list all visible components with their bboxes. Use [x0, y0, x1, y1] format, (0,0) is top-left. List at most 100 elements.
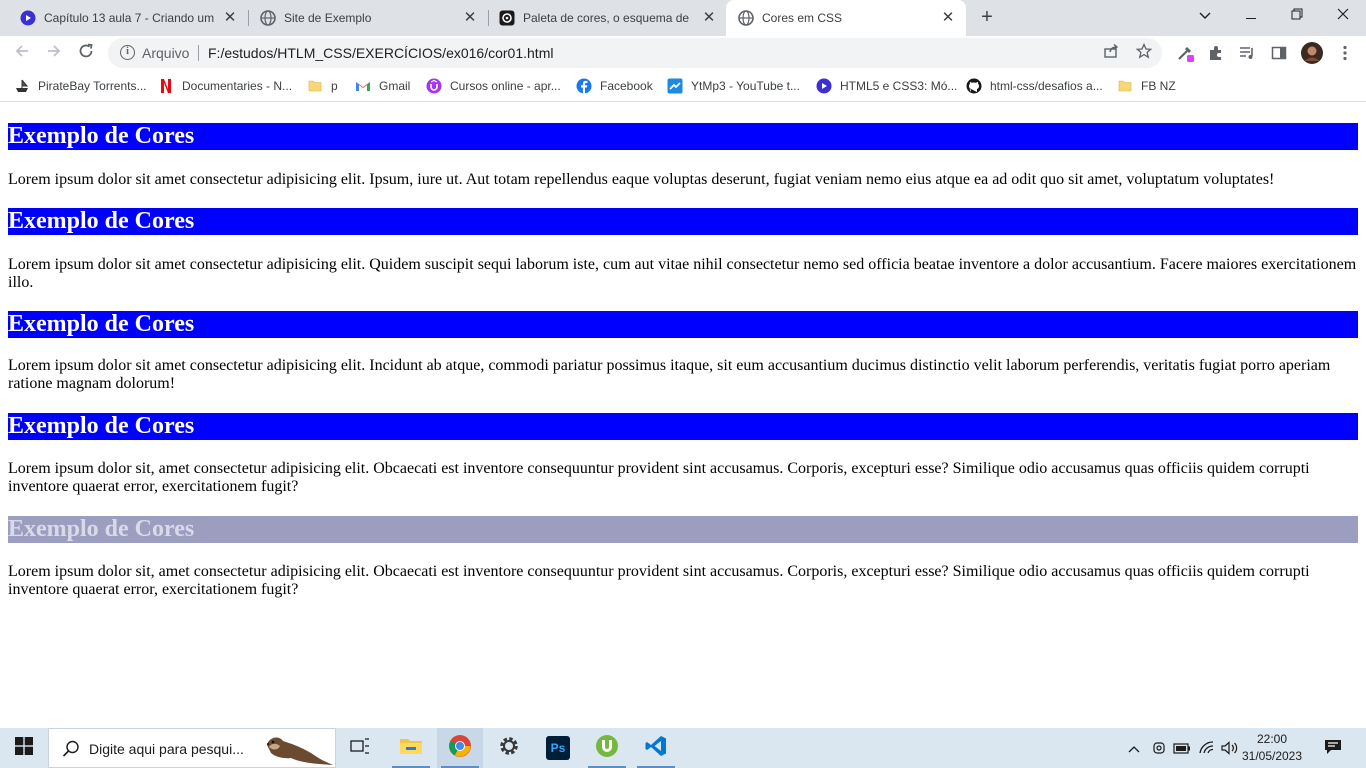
taskbar-utorrent[interactable] — [584, 728, 630, 768]
star-icon[interactable] — [1134, 42, 1154, 63]
windows-logo-icon — [15, 736, 33, 760]
section-paragraph: Lorem ipsum dolor sit amet consectetur a… — [8, 256, 1357, 291]
bookmark-label: HTML5 e CSS3: Mó... — [840, 79, 958, 93]
bookmark-cursos-online[interactable]: Cursos online - apr... — [426, 76, 561, 96]
udemy-icon — [426, 78, 442, 94]
globe-icon — [738, 10, 754, 26]
start-button[interactable] — [0, 728, 48, 768]
bookmark-facebook[interactable]: Facebook — [576, 76, 653, 96]
otter-search-highlight-icon — [263, 731, 335, 768]
taskbar-chrome[interactable] — [437, 728, 483, 768]
side-panel-icon[interactable] — [1267, 41, 1291, 65]
bookmark-label: p — [331, 79, 338, 93]
battery-icon[interactable] — [1172, 738, 1192, 758]
bookmark-folder-p[interactable]: p — [307, 76, 338, 96]
media-playlist-icon[interactable] — [1235, 41, 1259, 65]
tab-cores-em-css[interactable]: Cores em CSS ✕ — [726, 0, 966, 36]
taskbar-vscode[interactable] — [633, 728, 679, 768]
bookmark-github-desafios[interactable]: html-css/desafios a... — [966, 76, 1103, 96]
bookmark-label: html-css/desafios a... — [990, 79, 1103, 93]
search-icon — [61, 739, 81, 759]
page-viewport: Exemplo de Cores Lorem ipsum dolor sit a… — [0, 103, 1366, 728]
info-icon[interactable]: i — [120, 45, 135, 60]
show-hidden-icons-button[interactable] — [1124, 738, 1144, 758]
search-placeholder: Digite aqui para pesqui... — [89, 741, 244, 757]
netflix-icon — [158, 78, 174, 94]
bookmark-piratebay[interactable]: PirateBay Torrents... — [14, 76, 147, 96]
tab-title: Capítulo 13 aula 7 - Criando um s — [44, 11, 214, 25]
tab-search-button[interactable] — [1182, 0, 1228, 30]
reload-button[interactable] — [72, 39, 100, 67]
utorrent-icon — [595, 734, 619, 763]
bookmark-ytmp3[interactable]: YtMp3 - YouTube t... — [667, 76, 800, 96]
bookmark-html5-css3[interactable]: HTML5 e CSS3: Mó... — [816, 76, 957, 96]
task-view-button[interactable] — [337, 728, 383, 768]
vscode-icon — [644, 734, 668, 763]
ship-icon — [14, 78, 30, 94]
address-url[interactable]: F:/estudos/HTLM_CSS/EXERCÍCIOS/ex016/cor… — [208, 45, 553, 61]
back-button[interactable] — [8, 39, 36, 67]
bookmark-label: YtMp3 - YouTube t... — [691, 79, 800, 93]
address-divider — [198, 45, 199, 61]
kebab-menu-icon[interactable] — [1333, 41, 1357, 65]
wifi-icon[interactable] — [1197, 738, 1217, 758]
section-paragraph: Lorem ipsum dolor sit amet consectetur a… — [8, 357, 1331, 392]
tab-strip: Capítulo 13 aula 7 - Criando um s ✕ Site… — [0, 0, 1366, 36]
tab-title: Site de Exemplo — [284, 11, 372, 25]
close-icon[interactable]: ✕ — [462, 10, 478, 26]
photoshop-icon: Ps — [546, 736, 570, 760]
notifications-button[interactable] — [1320, 738, 1346, 758]
close-window-button[interactable] — [1320, 0, 1366, 30]
bookmark-label: Facebook — [600, 79, 653, 93]
taskbar-file-explorer[interactable] — [388, 728, 434, 768]
taskbar-search-box[interactable]: Digite aqui para pesqui... — [48, 728, 336, 768]
new-tab-button[interactable]: + — [976, 6, 998, 28]
chevron-down-icon — [1199, 8, 1211, 23]
forward-button[interactable] — [40, 39, 68, 67]
tray-device-icon[interactable] — [1149, 738, 1169, 758]
section-heading: Exemplo de Cores — [8, 311, 1358, 338]
palette-site-icon — [499, 10, 515, 26]
section-heading: Exemplo de Cores — [8, 123, 1358, 150]
chrome-icon — [448, 734, 472, 763]
eyedropper-extension-icon[interactable] — [1173, 41, 1197, 65]
browser-toolbar: i Arquivo F:/estudos/HTLM_CSS/EXERCÍCIOS… — [0, 36, 1366, 70]
close-icon[interactable]: ✕ — [222, 10, 238, 26]
arrow-left-icon — [14, 43, 30, 64]
address-bar[interactable]: i Arquivo F:/estudos/HTLM_CSS/EXERCÍCIOS… — [108, 38, 1162, 68]
tab-title: Paleta de cores, o esquema de co — [523, 11, 693, 25]
close-icon[interactable]: ✕ — [701, 10, 717, 26]
folder-icon — [1117, 78, 1133, 94]
taskbar-photoshop[interactable]: Ps — [535, 728, 581, 768]
bookmark-gmail[interactable]: Gmail — [355, 76, 410, 96]
bookmark-folder-fb-nz[interactable]: FB NZ — [1117, 76, 1176, 96]
tab-paleta-de-cores[interactable]: Paleta de cores, o esquema de co ✕ — [487, 0, 727, 36]
tab-title: Cores em CSS — [762, 11, 843, 25]
taskbar: Digite aqui para pesqui... Ps 22:00 31/0… — [0, 728, 1366, 768]
restore-button[interactable] — [1274, 0, 1320, 30]
task-view-icon — [350, 737, 370, 760]
close-icon[interactable]: ✕ — [940, 10, 956, 26]
share-icon[interactable] — [1101, 43, 1121, 63]
section-paragraph: Lorem ipsum dolor sit amet consectetur a… — [8, 171, 1275, 188]
bookmark-label: Gmail — [379, 79, 411, 93]
minimize-button[interactable] — [1228, 0, 1274, 30]
tab-capitulo-13[interactable]: Capítulo 13 aula 7 - Criando um s ✕ — [8, 0, 248, 36]
tab-site-de-exemplo[interactable]: Site de Exemplo ✕ — [248, 0, 488, 36]
settings-icon — [498, 735, 520, 762]
volume-icon[interactable] — [1219, 738, 1241, 758]
section-paragraph: Lorem ipsum dolor sit, amet consectetur … — [8, 563, 1310, 598]
avatar[interactable] — [1300, 41, 1324, 65]
bookmarks-bar: PirateBay Torrents... Documentaries - N.… — [0, 70, 1366, 102]
bookmark-documentaries[interactable]: Documentaries - N... — [158, 76, 292, 96]
gmail-icon — [355, 78, 371, 94]
github-icon — [966, 78, 982, 94]
section-paragraph: Lorem ipsum dolor sit, amet consectetur … — [8, 460, 1310, 495]
video-icon — [20, 10, 36, 26]
close-icon — [1337, 8, 1349, 23]
taskbar-settings[interactable] — [486, 728, 532, 768]
system-clock[interactable]: 22:00 31/05/2023 — [1240, 731, 1304, 765]
facebook-icon — [576, 78, 592, 94]
extensions-icon[interactable] — [1204, 41, 1228, 65]
bookmark-label: PirateBay Torrents... — [38, 79, 147, 93]
